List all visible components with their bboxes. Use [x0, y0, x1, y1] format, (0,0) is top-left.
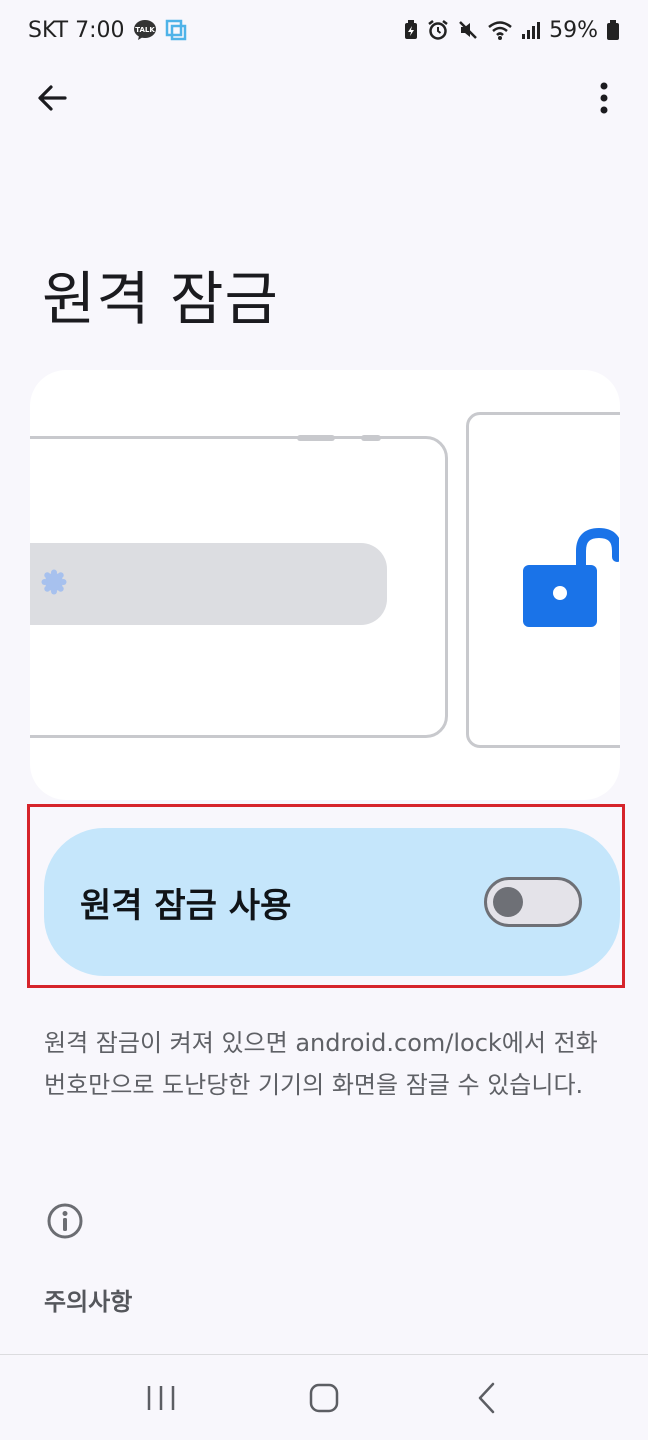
home-icon	[309, 1383, 339, 1412]
screen-capture-icon	[165, 19, 187, 41]
switch-thumb	[493, 887, 523, 917]
phone-illustration	[30, 435, 448, 738]
kakaotalk-icon: TALK	[133, 19, 157, 41]
more-options-button[interactable]	[582, 76, 626, 120]
more-vert-icon	[600, 82, 608, 114]
svg-text:TALK: TALK	[135, 26, 155, 34]
description-text: 원격 잠금이 켜져 있으면 android.com/lock에서 전화번호만으로…	[44, 1029, 598, 1099]
back-button[interactable]	[30, 76, 74, 120]
battery-percent: 59%	[549, 17, 598, 43]
navigation-bar	[0, 1354, 648, 1440]
battery-icon	[606, 19, 620, 41]
alarm-icon	[427, 19, 449, 41]
status-bar: SKT 7:00 TALK 59%	[0, 0, 648, 60]
back-icon	[478, 1382, 494, 1413]
notice-title: 주의사항	[44, 1288, 133, 1316]
nav-back-button[interactable]	[457, 1368, 517, 1428]
status-right: 59%	[403, 18, 620, 43]
signal-icon	[521, 19, 541, 41]
carrier-time: SKT 7:00	[28, 17, 125, 43]
phone-button-mark	[297, 435, 335, 441]
gear-badge-icon	[41, 569, 67, 595]
page-title: 원격 잠금	[42, 265, 279, 333]
status-left: SKT 7:00 TALK	[28, 18, 187, 43]
lock-screen-illustration	[466, 412, 620, 748]
phone-button-mark	[361, 435, 381, 441]
notification-bar-illustration	[30, 543, 387, 625]
info-icon	[47, 1203, 83, 1239]
wifi-icon	[487, 19, 513, 41]
home-button[interactable]	[294, 1368, 354, 1428]
recents-icon	[148, 1385, 175, 1410]
remote-lock-switch[interactable]	[484, 877, 582, 927]
unlocked-padlock-icon	[523, 527, 619, 627]
back-arrow-icon	[38, 85, 67, 111]
illustration-card	[30, 370, 620, 800]
mute-icon	[457, 19, 479, 41]
battery-saver-icon	[403, 19, 419, 41]
remote-lock-toggle-row[interactable]: 원격 잠금 사용	[44, 828, 620, 976]
app-bar	[0, 62, 648, 134]
recents-button[interactable]	[131, 1368, 191, 1428]
toggle-label: 원격 잠금 사용	[80, 885, 292, 926]
